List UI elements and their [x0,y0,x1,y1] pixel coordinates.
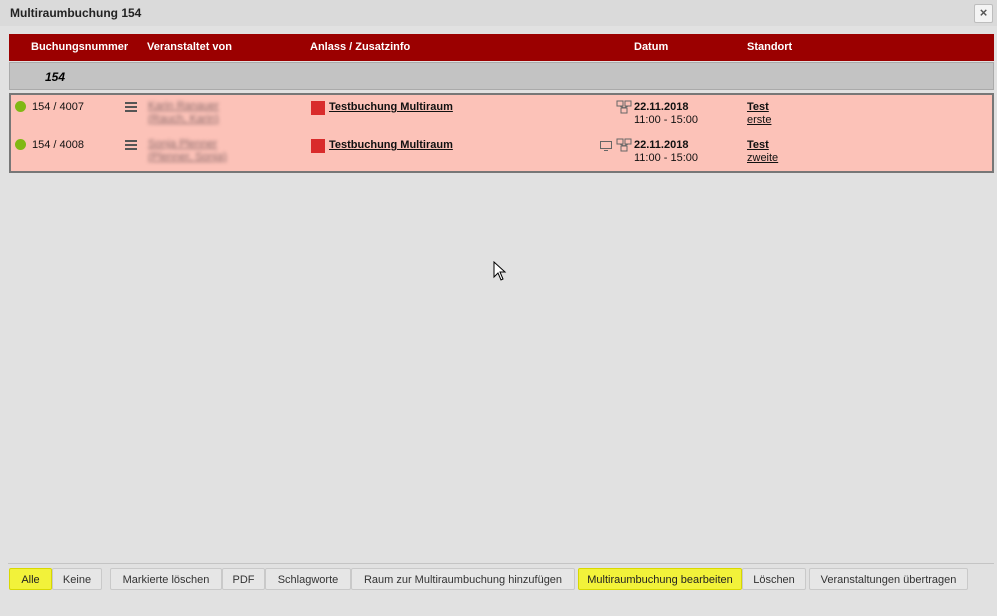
organizer-account[interactable]: (Plenner, Sonja) [148,151,227,163]
network-icon [616,100,632,114]
location-link[interactable]: Test [747,101,769,113]
booking-table: Buchungsnummer Veranstaltet von Anlass /… [9,34,994,173]
edit-multiroom-button[interactable]: Multiraumbuchung bearbeiten [578,568,742,590]
close-icon[interactable]: × [974,4,993,23]
group-label: 154 [45,70,66,84]
color-marker [311,101,325,115]
col-header-booking-number[interactable]: Buchungsnummer [31,41,128,53]
hamburger-menu-icon[interactable] [125,102,137,112]
delete-marked-button[interactable]: Markierte löschen [110,568,222,590]
window-title: Multiraumbuchung 154 [10,6,142,20]
booking-number: 154 / 4008 [32,139,84,151]
anlass-link[interactable]: Testbuchung Multiraum [329,139,453,151]
add-room-button[interactable]: Raum zur Multiraumbuchung hinzufügen [351,568,575,590]
network-icon [616,138,632,152]
col-header-datum[interactable]: Datum [634,41,668,53]
anlass-link[interactable]: Testbuchung Multiraum [329,101,453,113]
room-link[interactable]: erste [747,114,771,126]
col-header-standort[interactable]: Standort [747,41,792,53]
table-row[interactable]: 154 / 4007 Karin Ranauer (Rauch, Karin) … [11,95,992,133]
col-header-organizer[interactable]: Veranstaltet von [147,41,232,53]
delete-button[interactable]: Löschen [742,568,806,590]
status-dot-icon [15,101,26,112]
action-toolbar: Alle Keine Markierte löschen PDF Schlagw… [8,563,994,594]
keywords-button[interactable]: Schlagworte [265,568,351,590]
window-titlebar: Multiraumbuchung 154 × [0,0,997,26]
location-link[interactable]: Test [747,139,769,151]
booking-time: 11:00 - 15:00 [634,114,699,126]
transfer-events-button[interactable]: Veranstaltungen übertragen [809,568,968,590]
monitor-icon [600,141,612,151]
table-header: Buchungsnummer Veranstaltet von Anlass /… [9,34,994,61]
booking-number: 154 / 4007 [32,101,84,113]
booking-time: 11:00 - 15:00 [634,152,699,164]
organizer-account[interactable]: (Rauch, Karin) [148,113,219,125]
pdf-button[interactable]: PDF [222,568,265,590]
organizer-name[interactable]: Sonja Plenner [148,138,217,150]
status-dot-icon [15,139,26,150]
booking-rows: 154 / 4007 Karin Ranauer (Rauch, Karin) … [9,93,994,173]
select-none-button[interactable]: Keine [52,568,102,590]
organizer-name[interactable]: Karin Ranauer [148,100,219,112]
col-header-anlass[interactable]: Anlass / Zusatzinfo [310,41,410,53]
room-link[interactable]: zweite [747,152,778,164]
mouse-cursor-icon [493,261,507,281]
booking-date: 22.11.2018 [634,139,689,151]
table-row[interactable]: 154 / 4008 Sonja Plenner (Plenner, Sonja… [11,133,992,171]
color-marker [311,139,325,153]
booking-date: 22.11.2018 [634,101,689,113]
hamburger-menu-icon[interactable] [125,140,137,150]
select-all-button[interactable]: Alle [9,568,52,590]
group-row: 154 [9,62,994,90]
